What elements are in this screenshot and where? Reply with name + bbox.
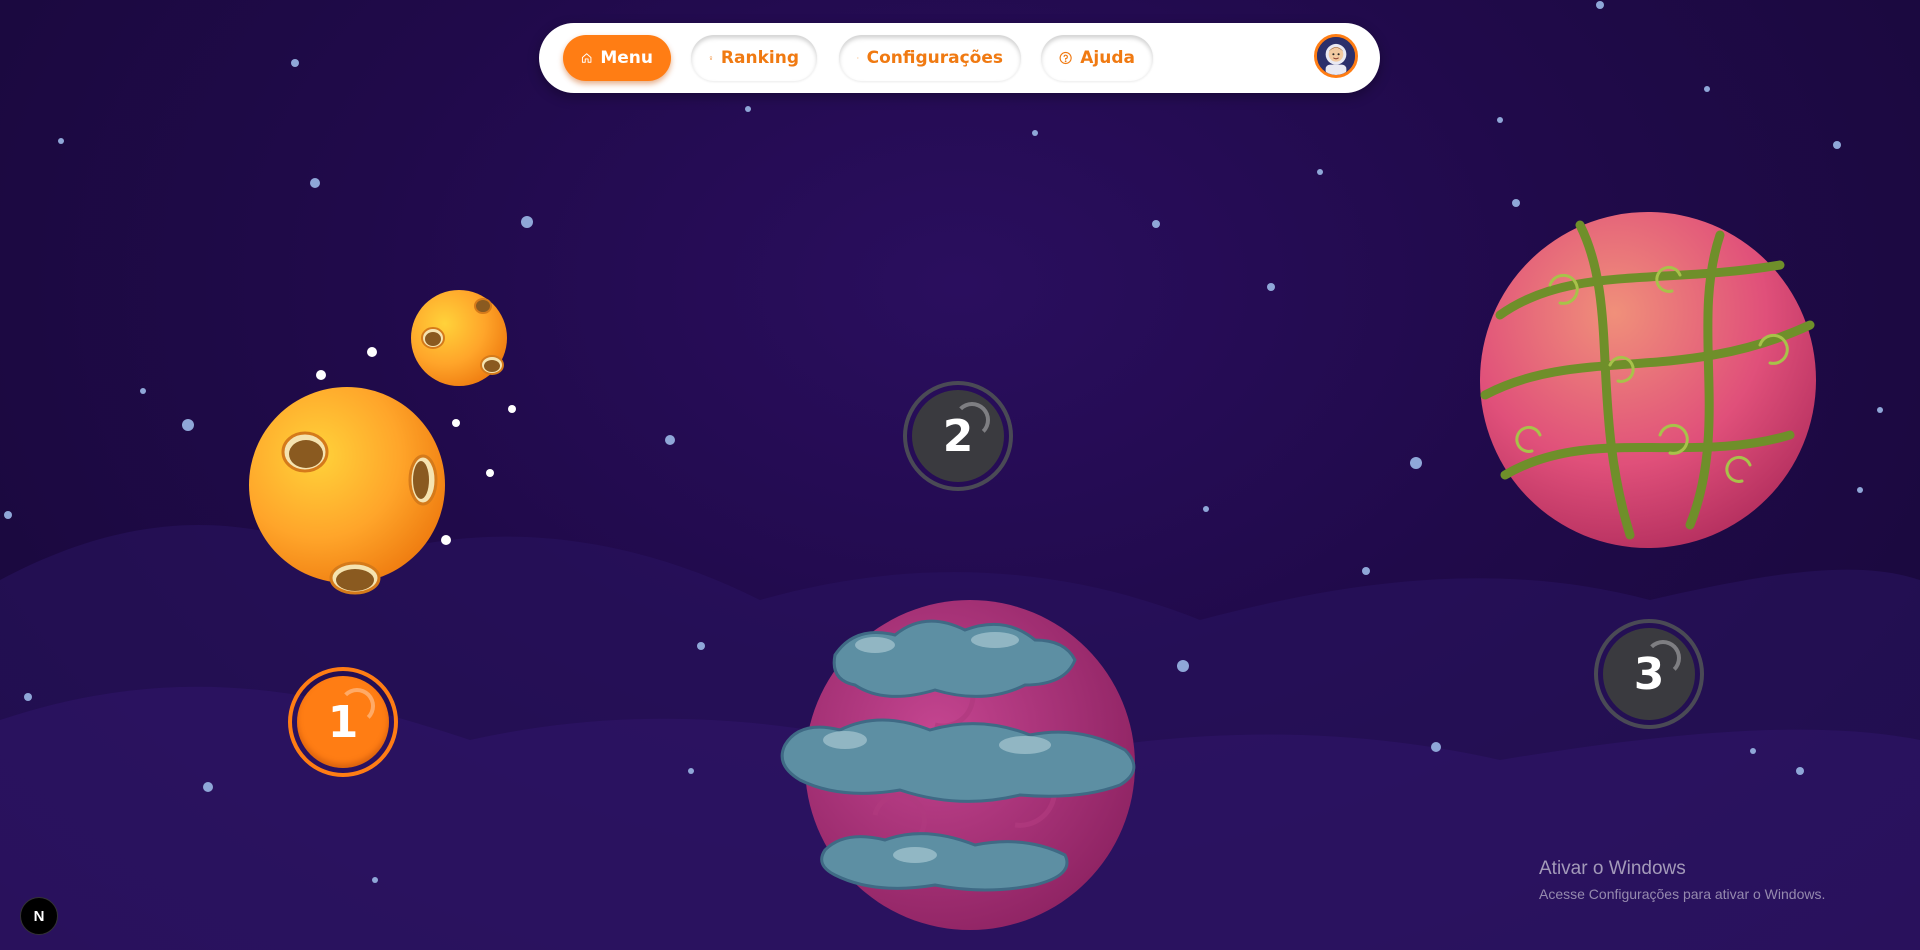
nav-menu-button[interactable]: Menu [563, 35, 671, 81]
next-badge-label: N [33, 907, 45, 925]
nav-menu-label: Menu [600, 48, 653, 68]
pink-cloud-planet[interactable] [765, 565, 1175, 950]
nav-settings-label: Configurações [866, 48, 1003, 68]
level-1-button[interactable]: 1 [288, 667, 398, 777]
pink-vine-planet[interactable] [1460, 205, 1830, 555]
award-icon [709, 56, 713, 60]
home-icon [581, 53, 592, 63]
help-icon [1059, 51, 1072, 65]
watermark-title: Ativar o Windows [1539, 858, 1686, 879]
level-3-button[interactable]: 3 [1594, 619, 1704, 729]
nav-settings-button[interactable]: Configurações [839, 35, 1021, 81]
next-dev-badge[interactable]: N [20, 897, 58, 935]
nav-ranking-button[interactable]: Ranking [691, 35, 817, 81]
level-2-button[interactable]: 2 [903, 381, 1013, 491]
user-avatar[interactable] [1314, 34, 1358, 78]
nav-help-button[interactable]: Ajuda [1041, 35, 1153, 81]
watermark-subtitle: Acesse Configurações para ativar o Windo… [1539, 886, 1826, 902]
settings-icon [857, 57, 859, 59]
top-navbar: Menu Ranking Configurações Ajuda [539, 23, 1380, 93]
nav-help-label: Ajuda [1080, 48, 1135, 68]
nav-ranking-label: Ranking [720, 48, 799, 68]
windows-activation-watermark: Ativar o Windows Acesse Configurações pa… [1539, 858, 1825, 902]
astronaut-avatar-icon [1317, 37, 1355, 75]
yellow-crater-planet[interactable] [235, 280, 525, 600]
